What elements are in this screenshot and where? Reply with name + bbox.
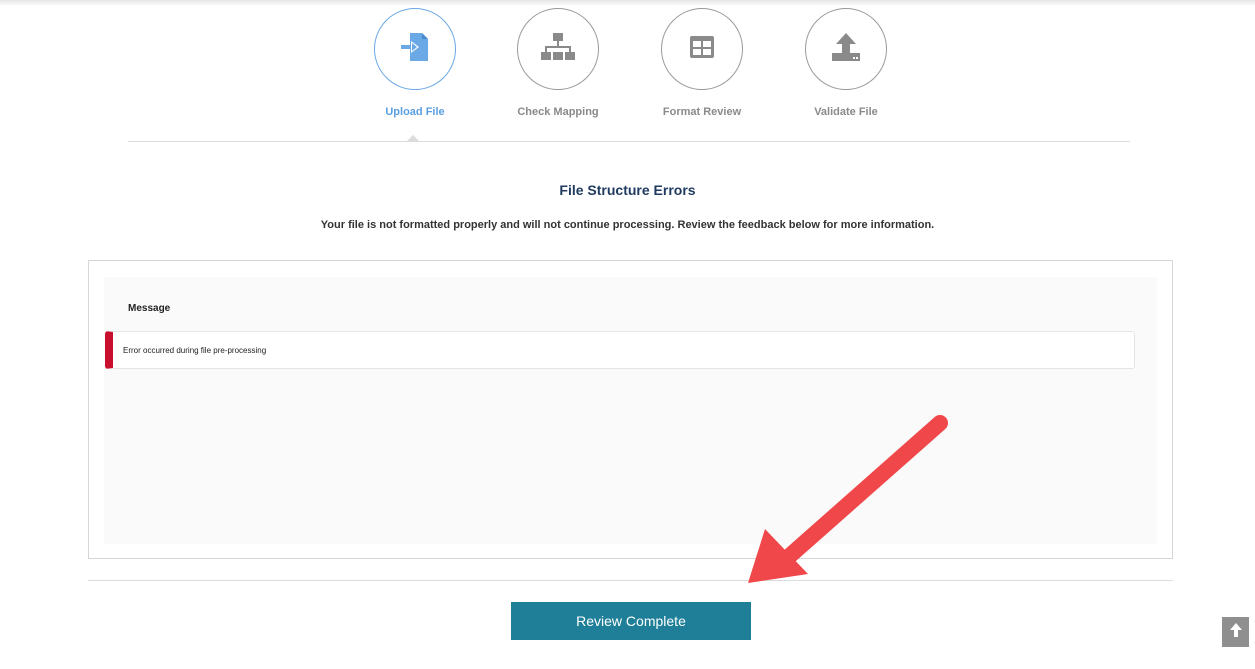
step-circle <box>374 8 456 90</box>
arrow-up-icon <box>1229 622 1243 643</box>
step-validate-file[interactable]: Validate File <box>786 8 906 118</box>
scroll-to-top-button[interactable] <box>1222 617 1249 647</box>
step-upload-file[interactable]: Upload File <box>355 8 475 118</box>
errors-table: Message Error occurred during file pre-p… <box>104 277 1157 544</box>
message-column-header: Message <box>128 303 171 314</box>
upload-file-icon <box>398 30 432 69</box>
errors-panel: Message Error occurred during file pre-p… <box>88 260 1173 559</box>
wizard-stepper: Upload File Check Mapping Format Review … <box>0 8 1255 148</box>
step-label: Validate File <box>814 106 878 118</box>
page-title: File Structure Errors <box>559 182 696 198</box>
page-subtitle: Your file is not formatted properly and … <box>320 219 935 231</box>
table-row: Error occurred during file pre-processin… <box>105 331 1135 369</box>
footer-divider <box>88 580 1173 581</box>
table-icon <box>689 35 715 64</box>
top-shadow <box>0 0 1255 6</box>
upload-tray-icon <box>830 31 862 68</box>
step-label: Format Review <box>662 106 742 118</box>
active-step-pointer <box>406 135 420 142</box>
step-label: Upload File <box>385 106 445 118</box>
step-label: Check Mapping <box>517 106 599 118</box>
stepper-divider <box>128 141 1130 142</box>
page: Upload File Check Mapping Format Review … <box>0 0 1255 669</box>
step-circle <box>661 8 743 90</box>
error-message: Error occurred during file pre-processin… <box>123 345 267 355</box>
sitemap-icon <box>540 31 576 68</box>
step-circle <box>805 8 887 90</box>
step-check-mapping[interactable]: Check Mapping <box>498 8 618 118</box>
step-circle <box>517 8 599 90</box>
review-complete-button[interactable]: Review Complete <box>511 602 751 640</box>
step-format-review[interactable]: Format Review <box>642 8 762 118</box>
